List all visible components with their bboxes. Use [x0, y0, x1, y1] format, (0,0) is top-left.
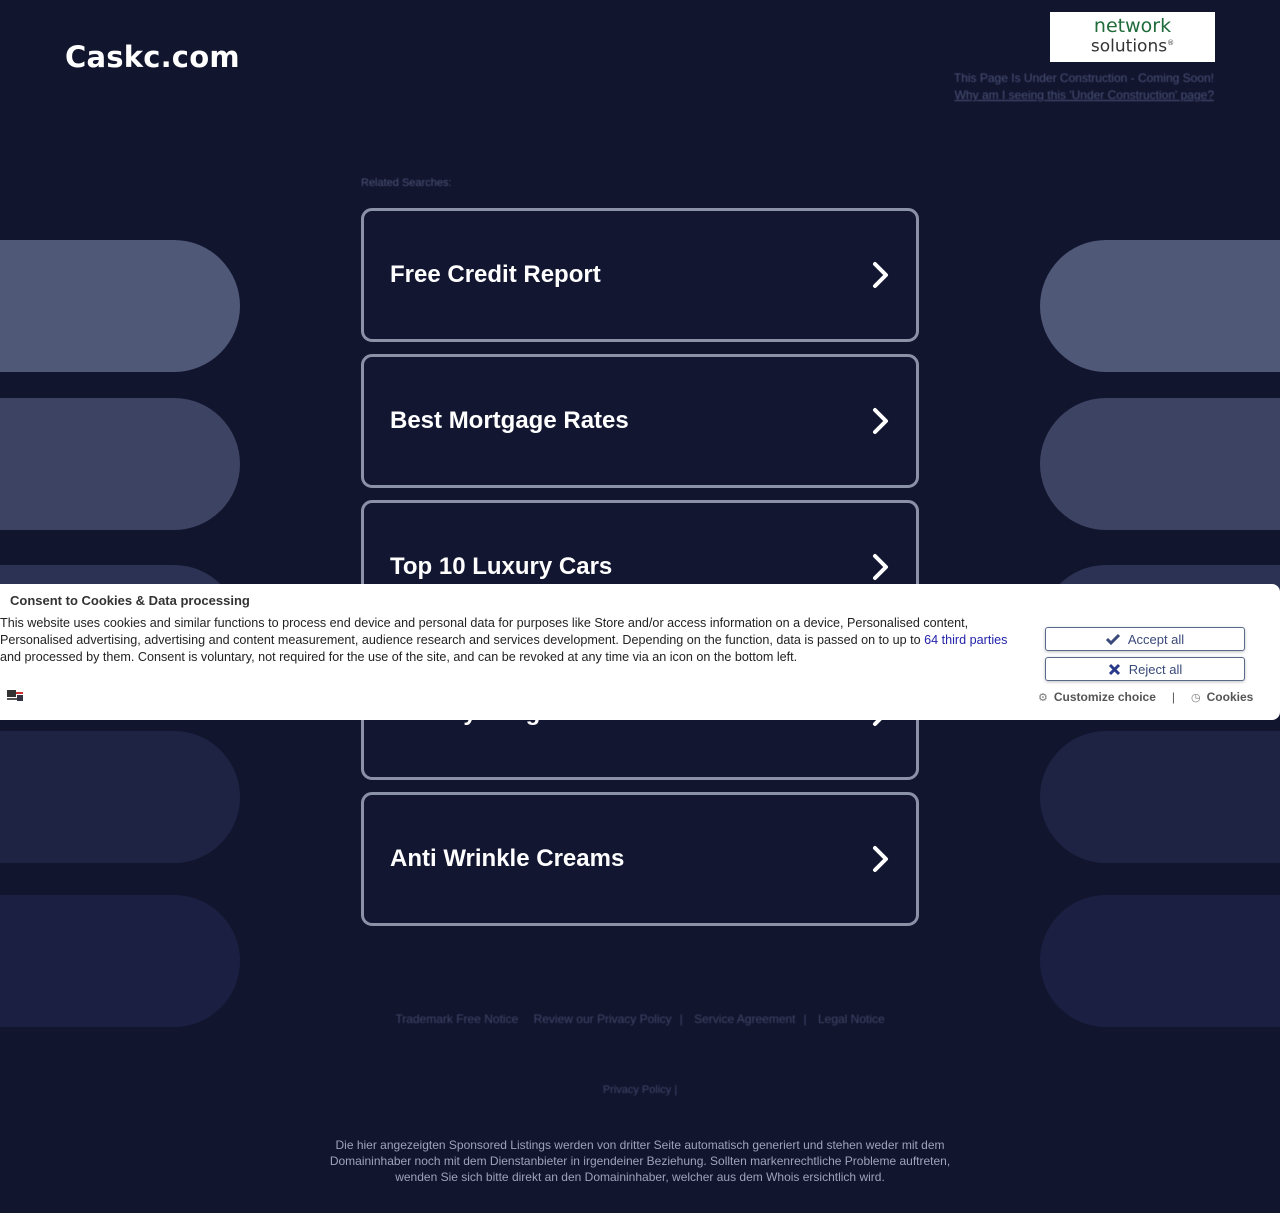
sponsored-listings-disclaimer: Die hier angezeigten Sponsored Listings … [329, 1138, 951, 1184]
decorative-pill [1040, 240, 1280, 372]
checkmark-icon [1105, 633, 1120, 645]
uk-flag-icon[interactable] [7, 690, 23, 702]
decorative-pill [1040, 731, 1280, 863]
related-search-label: Top 10 Luxury Cars [390, 553, 613, 580]
separator: | [803, 1012, 807, 1026]
decorative-pill [0, 895, 240, 1027]
legal-notice-link[interactable]: Legal Notice [812, 1012, 891, 1026]
privacy-policy-footer-link[interactable]: Privacy Policy | [0, 1084, 1280, 1096]
consent-body-text: and processed by them. Consent is volunt… [0, 650, 798, 664]
related-search-item[interactable]: Free Credit Report [361, 208, 919, 342]
cookie-icon: ◷ [1191, 691, 1201, 704]
footer-links: Trademark Free Notice Review our Privacy… [0, 1012, 1280, 1026]
chevron-right-icon [873, 408, 888, 434]
separator: | [1171, 690, 1176, 704]
third-parties-link[interactable]: 64 third parties [924, 633, 1007, 647]
chevron-right-icon [873, 262, 888, 288]
related-search-label: Best Mortgage Rates [390, 407, 629, 434]
chevron-right-icon [873, 554, 888, 580]
privacy-policy-link[interactable]: Review our Privacy Policy [528, 1012, 678, 1026]
decorative-pill [0, 240, 240, 372]
under-construction-notice: This Page Is Under Construction - Coming… [954, 70, 1214, 104]
related-search-item[interactable]: Best Mortgage Rates [361, 354, 919, 488]
site-title: Caskc.com [65, 40, 240, 74]
customize-choice-link[interactable]: Customize choice [1054, 690, 1156, 704]
decorative-pill [1040, 895, 1280, 1027]
consent-secondary-links: ⚙ Customize choice | ◷ Cookies [1038, 690, 1253, 704]
logo-line-2: solutions® [1090, 36, 1175, 57]
cookies-link[interactable]: Cookies [1207, 690, 1254, 704]
decorative-pill [0, 398, 240, 530]
gear-icon: ⚙ [1038, 691, 1048, 704]
related-search-label: Anti Wrinkle Creams [390, 845, 625, 872]
why-seeing-page-link[interactable]: Why am I seeing this 'Under Construction… [954, 87, 1214, 104]
network-solutions-logo[interactable]: network solutions® [1050, 12, 1215, 62]
accept-all-button[interactable]: Accept all [1045, 627, 1245, 651]
related-search-label: Free Credit Report [390, 261, 601, 288]
consent-title: Consent to Cookies & Data processing [10, 593, 250, 608]
reject-all-button[interactable]: Reject all [1045, 657, 1245, 681]
accept-all-label: Accept all [1127, 631, 1185, 647]
separator: | [679, 1012, 683, 1026]
close-icon [1108, 663, 1120, 675]
reject-all-label: Reject all [1128, 661, 1183, 677]
related-searches-label: Related Searches: [361, 177, 452, 189]
trademark-notice-link[interactable]: Trademark Free Notice [389, 1012, 524, 1026]
decorative-pill [1040, 398, 1280, 530]
related-search-item[interactable]: Anti Wrinkle Creams [361, 792, 919, 926]
consent-body-text: This website uses cookies and similar fu… [0, 616, 969, 647]
consent-body: This website uses cookies and similar fu… [0, 615, 1015, 666]
chevron-right-icon [873, 846, 888, 872]
under-construction-text: This Page Is Under Construction - Coming… [953, 71, 1214, 85]
service-agreement-link[interactable]: Service Agreement [688, 1012, 801, 1026]
decorative-pill [0, 731, 240, 863]
logo-line-1: network [1093, 15, 1172, 38]
